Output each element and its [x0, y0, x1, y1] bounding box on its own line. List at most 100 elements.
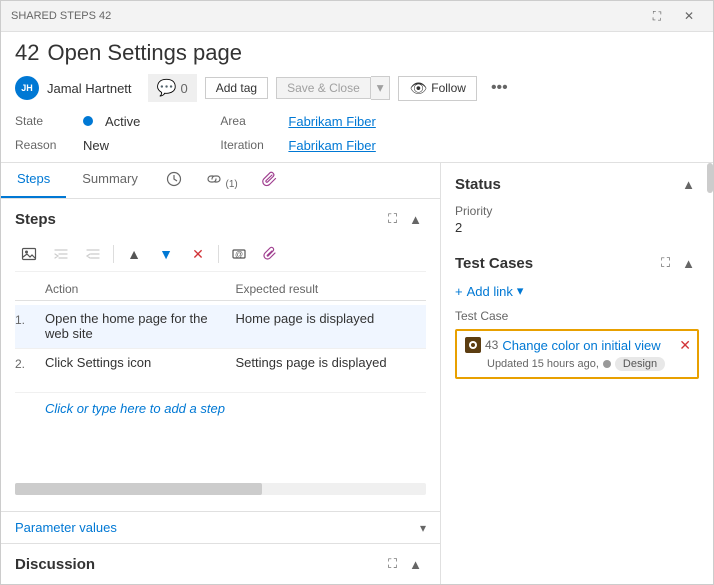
steps-section: Steps ⛶ ▲ — [1, 199, 440, 511]
discussion-row: Discussion ⛶ ▲ — [1, 543, 440, 584]
toolbar-sep1 — [113, 245, 114, 263]
state-value: Active — [105, 114, 140, 129]
move-up-button[interactable]: ▲ — [120, 241, 148, 267]
reason-value: New — [83, 138, 109, 153]
step-2-action: Click Settings icon — [45, 355, 236, 386]
add-step-text: Click or type here to add a step — [45, 401, 225, 416]
collapse-status-button[interactable]: ▲ — [678, 175, 699, 194]
main-window: SHARED STEPS 42 ⛶ ✕ 42 Open Settings pag… — [0, 0, 714, 585]
expand-discussion-button[interactable]: ⛶ — [384, 554, 401, 574]
collapse-test-cases-button[interactable]: ▲ — [678, 253, 699, 273]
steps-header-result: Expected result — [236, 282, 427, 296]
tc-dot — [603, 360, 611, 368]
tab-history-icon[interactable] — [154, 163, 194, 198]
state-row: State Active — [15, 110, 140, 132]
tc-card-row: 43 Change color on initial view ✕ — [465, 337, 689, 353]
right-scrollbar[interactable] — [707, 163, 713, 584]
test-cases-header: Test Cases ⛶ ▲ — [455, 253, 699, 273]
title-bar: SHARED STEPS 42 ⛶ ✕ — [1, 1, 713, 32]
step-1-result: Home page is displayed — [236, 311, 427, 342]
plus-icon: + — [455, 284, 463, 299]
close-button[interactable]: ✕ — [675, 5, 703, 27]
tc-badge: Design — [615, 357, 665, 371]
right-panel: Status ▲ Priority 2 Test Cases ⛶ ▲ + — [441, 163, 713, 584]
expand-test-cases-button[interactable]: ⛶ — [657, 253, 674, 273]
step-row-1[interactable]: 1. Open the home page for the web site H… — [15, 305, 426, 349]
work-item-title: Open Settings page — [47, 40, 241, 66]
insert-param-button[interactable]: @ — [225, 241, 253, 267]
expand-button[interactable]: ⛶ — [643, 5, 671, 27]
insert-step-image-button[interactable] — [15, 241, 43, 267]
test-cases-actions: ⛶ ▲ — [657, 253, 699, 273]
tc-remove-button[interactable]: ✕ — [679, 337, 691, 354]
state-label: State — [15, 114, 75, 128]
tab-links-icon[interactable]: (1) — [194, 163, 250, 198]
iteration-row: Iteration Fabrikam Fiber — [220, 134, 375, 156]
area-label: Area — [220, 114, 280, 128]
param-chevron-icon: ▾ — [420, 521, 426, 535]
eye-icon: 👁 — [409, 80, 427, 97]
save-close-dropdown[interactable]: ▾ — [371, 76, 391, 100]
steps-table: Action Expected result 1. Open the home … — [15, 278, 426, 477]
tc-name[interactable]: Change color on initial view — [502, 338, 660, 353]
steps-header-action: Action — [45, 282, 236, 296]
iteration-value[interactable]: Fabrikam Fiber — [288, 138, 375, 153]
step-2-num: 2. — [15, 355, 45, 386]
avatar: JH — [15, 76, 39, 100]
header-actions: JH Jamal Hartnett 💬 0 Add tag Save & Clo… — [15, 74, 699, 102]
priority-value: 2 — [455, 220, 699, 235]
add-step-row[interactable]: Click or type here to add a step — [15, 393, 426, 424]
collapse-steps-button[interactable]: ▲ — [405, 210, 426, 229]
comment-count: 0 — [180, 81, 187, 96]
status-title: Status — [455, 176, 501, 193]
parameter-values-row[interactable]: Parameter values ▾ — [1, 511, 440, 543]
scrollbar-thumb[interactable] — [15, 483, 262, 495]
title-bar-text: SHARED STEPS 42 — [11, 10, 111, 22]
reason-label: Reason — [15, 138, 75, 152]
add-tag-button[interactable]: Add tag — [205, 77, 268, 99]
insert-attachment-button[interactable] — [257, 241, 285, 267]
test-cases-section: Test Cases ⛶ ▲ + Add link ▾ Test Case — [455, 253, 699, 379]
expand-steps-button[interactable]: ⛶ — [384, 209, 401, 229]
area-row: Area Fabrikam Fiber — [220, 110, 375, 132]
right-scrollbar-thumb[interactable] — [707, 163, 713, 193]
tc-number: 43 — [485, 338, 498, 352]
meta-col-left: State Active Reason New — [15, 110, 140, 156]
horizontal-scrollbar[interactable] — [15, 483, 426, 495]
more-button[interactable]: ••• — [485, 77, 514, 99]
follow-button[interactable]: 👁 Follow — [398, 76, 476, 101]
status-section-header: Status ▲ — [455, 175, 699, 194]
step-1-action: Open the home page for the web site — [45, 311, 236, 342]
comment-button[interactable]: 💬 0 — [148, 74, 197, 102]
save-close-label: Save & Close — [287, 81, 360, 95]
add-link-button[interactable]: + Add link ▾ — [455, 281, 699, 301]
delete-step-button[interactable]: ✕ — [184, 241, 212, 267]
indent-button[interactable] — [47, 241, 75, 267]
priority-label: Priority — [455, 204, 699, 218]
tab-steps[interactable]: Steps — [1, 163, 66, 198]
section-header: Steps ⛶ ▲ — [15, 209, 426, 229]
collapse-discussion-button[interactable]: ▲ — [405, 554, 426, 574]
move-down-button[interactable]: ▼ — [152, 241, 180, 267]
left-panel: Steps Summary (1) Steps ⛶ — [1, 163, 441, 584]
main-body: Steps Summary (1) Steps ⛶ — [1, 163, 713, 584]
discussion-title: Discussion — [15, 556, 95, 573]
save-close-group: Save & Close ▾ — [276, 76, 390, 100]
meta-col-right: Area Fabrikam Fiber Iteration Fabrikam F… — [220, 110, 375, 156]
section-actions: ⛶ ▲ — [384, 209, 426, 229]
state-dot — [83, 116, 93, 126]
area-value[interactable]: Fabrikam Fiber — [288, 114, 375, 129]
avatar-initials: JH — [21, 83, 33, 93]
title-bar-buttons: ⛶ ✕ — [643, 5, 703, 27]
tc-icon — [465, 337, 481, 353]
save-close-button[interactable]: Save & Close — [276, 77, 371, 99]
reason-row: Reason New — [15, 134, 140, 156]
header-top: 42 Open Settings page — [15, 40, 699, 66]
step-2-result: Settings page is displayed — [236, 355, 427, 386]
step-row-2[interactable]: 2. Click Settings icon Settings page is … — [15, 349, 426, 393]
work-item-id: 42 — [15, 40, 39, 66]
tab-summary[interactable]: Summary — [66, 163, 154, 198]
outdent-button[interactable] — [79, 241, 107, 267]
tab-attachment-icon[interactable] — [250, 163, 290, 198]
tc-updated: Updated 15 hours ago, — [487, 358, 599, 370]
